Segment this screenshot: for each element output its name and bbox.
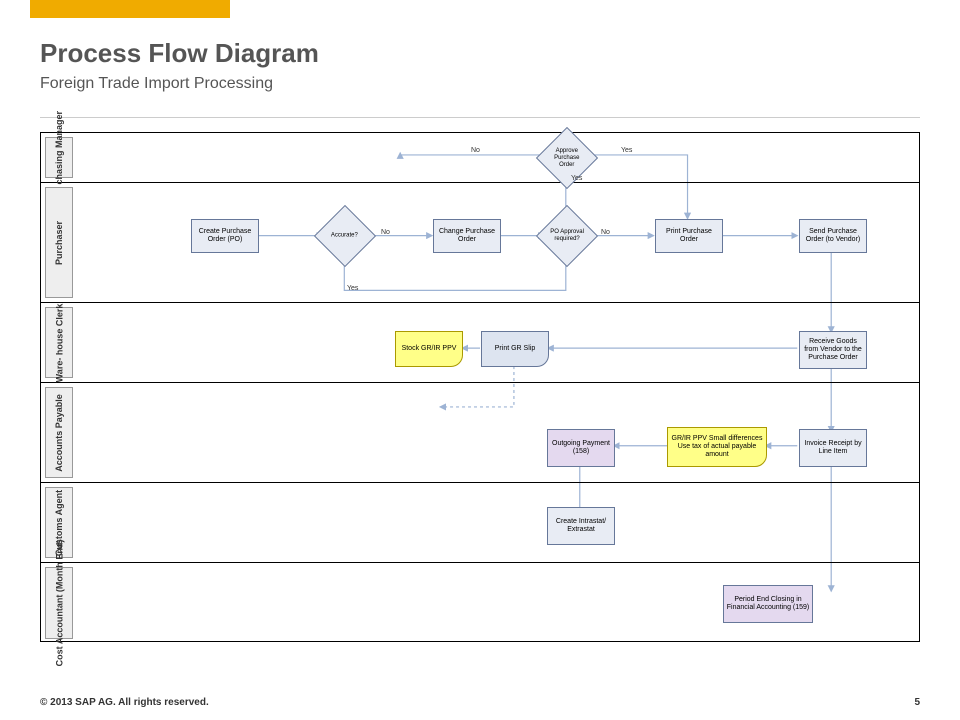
swimlane-diagram: Pur- chasing Manager Approve Purchase Or… — [40, 132, 920, 642]
node-print-po: Print Purchase Order — [655, 219, 723, 253]
page-number: 5 — [914, 697, 920, 708]
label-yes: Yes — [621, 147, 632, 154]
header: Process Flow Diagram Foreign Trade Impor… — [0, 18, 960, 117]
doc-stock-grir-ppv: Stock GR/IR PPV — [395, 331, 463, 367]
node-outgoing-payment: Outgoing Payment (158) — [547, 429, 615, 467]
label-no-3: No — [601, 229, 610, 236]
copyright: © 2013 SAP AG. All rights reserved. — [40, 697, 209, 708]
lane-purchasing-manager: Pur- chasing Manager Approve Purchase Or… — [41, 133, 919, 183]
lane-label-box: Purchaser — [45, 187, 73, 298]
page-title: Process Flow Diagram — [40, 38, 920, 69]
node-create-intrastat: Create Intrastat/ Extrastat — [547, 507, 615, 545]
label-no-2: No — [381, 229, 390, 236]
lane-cost-accountant: Cost Accountant (Month End) Period End C… — [41, 563, 919, 643]
lane-label-box: Accounts Payable — [45, 387, 73, 478]
page-subtitle: Foreign Trade Import Processing — [40, 75, 920, 93]
decision-po-approval: PO Approval required? — [536, 205, 598, 267]
label-yes-2: Yes — [571, 175, 582, 182]
brand-bar — [30, 0, 230, 18]
node-create-po: Create Purchase Order (PO) — [191, 219, 259, 253]
node-change-po: Change Purchase Order — [433, 219, 501, 253]
lane-label-box: Pur- chasing Manager — [45, 137, 73, 178]
lane-customs-agent: Customs Agent Create Intrastat/ Extrasta… — [41, 483, 919, 563]
lane-label-box: Cost Accountant (Month End) — [45, 567, 73, 639]
lane-label-box: Ware- house Clerk — [45, 307, 73, 378]
footer: © 2013 SAP AG. All rights reserved. 5 — [40, 697, 920, 708]
node-send-po: Send Purchase Order (to Vendor) — [799, 219, 867, 253]
node-receive-goods: Receive Goods from Vendor to the Purchas… — [799, 331, 867, 369]
doc-grir-ppv: GR/IR PPV Small differences Use tax of a… — [667, 427, 767, 467]
lane-purchaser: Purchaser Create Purchase Order (PO) Acc… — [41, 183, 919, 303]
label-no: No — [471, 147, 480, 154]
label-yes-3: Yes — [347, 285, 358, 292]
decision-approve-po: Approve Purchase Order — [536, 127, 598, 189]
divider — [40, 117, 920, 118]
decision-accurate: Accurate? — [314, 205, 376, 267]
node-invoice-receipt: Invoice Receipt by Line Item — [799, 429, 867, 467]
doc-print-gr-slip: Print GR Slip — [481, 331, 549, 367]
node-period-end-closing: Period End Closing in Financial Accounti… — [723, 585, 813, 623]
lane-warehouse-clerk: Ware- house Clerk Stock GR/IR PPV Print … — [41, 303, 919, 383]
lane-accounts-payable: Accounts Payable Outgoing Payment (158) … — [41, 383, 919, 483]
